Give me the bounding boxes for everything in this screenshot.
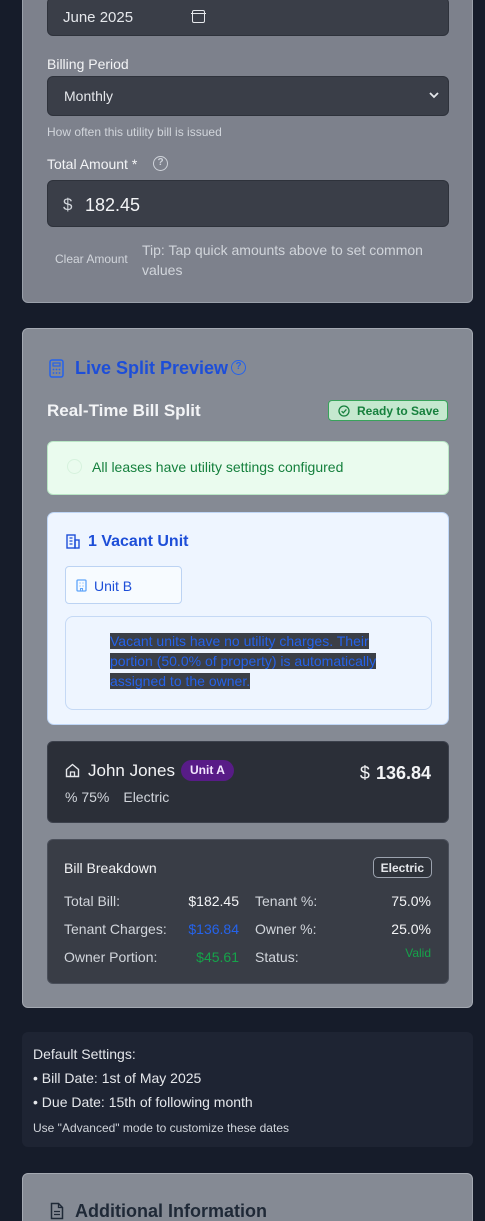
lease-settings-message: All leases have utility settings configu… [92,459,344,475]
owner-percent-value: 25.0% [391,921,431,937]
calendar-icon[interactable] [191,10,206,23]
advanced-mode-note: Use "Advanced" mode to customize these d… [33,1121,289,1135]
tenant-name: John Jones [88,761,175,780]
lease-settings-alert: All leases have utility settings configu… [47,441,449,495]
additional-information-card: Additional Information [22,1173,473,1221]
home-icon [65,763,80,778]
billing-period-label: Billing Period [47,56,129,72]
building-icon [66,534,80,549]
utility-type-badge: Electric [372,857,432,878]
total-amount-input[interactable]: $ 182.45 [47,180,449,227]
billing-period-value: Monthly [64,88,114,104]
check-circle-icon [338,405,350,417]
clear-amount-button[interactable]: Clear Amount [55,252,128,266]
owner-percent-label: Owner %: [255,921,317,937]
default-due-date: • Due Date: 15th of following month [33,1094,253,1110]
quick-amount-tip: Tip: Tap quick amounts above to set comm… [142,242,423,278]
vacant-units-title: 1 Vacant Unit [88,533,189,550]
vacant-units-note: Vacant units have no utility charges. Th… [65,616,432,710]
real-time-split-heading: Real-Time Bill Split [47,401,201,420]
document-icon [50,1202,64,1220]
default-bill-date: • Bill Date: 1st of May 2025 [33,1070,202,1086]
total-bill-value: $182.45 [188,893,239,909]
tenant-split-card: John Jones Unit A % 75% Electric $136.84 [47,741,449,823]
tenant-amount-value: 136.84 [375,763,431,783]
owner-portion-value: $45.61 [196,949,239,965]
chevron-down-icon [429,92,439,99]
vacant-unit-chip: Unit B [65,566,182,604]
status-value: Valid [405,946,431,960]
building-icon [76,579,87,592]
live-split-preview-title: Live Split Preview [75,358,229,378]
total-bill-label: Total Bill: [64,893,121,909]
default-settings-heading: Default Settings: [33,1046,136,1062]
check-circle-icon [67,459,82,474]
tenant-percent: % 75% [65,789,110,805]
bill-breakdown-panel: Bill Breakdown Electric Total Bill: $182… [47,839,449,984]
calculator-icon [49,359,64,378]
currency-symbol: $ [63,195,73,214]
bill-month-value: June 2025 [63,9,134,26]
tenant-percent-label: Tenant %: [255,893,318,909]
help-icon[interactable]: ? [231,360,246,375]
vacant-units-note-text: Vacant units have no utility charges. Th… [110,633,377,689]
total-amount-value: 182.45 [85,195,141,215]
tenant-unit-badge: Unit A [181,760,234,781]
status-label: Status: [255,949,299,965]
help-icon[interactable]: ? [153,156,168,171]
tenant-meta: % 75% Electric [65,789,169,805]
tenant-charges-value: $136.84 [188,921,239,937]
bill-breakdown-title: Bill Breakdown [64,860,157,876]
ready-to-save-badge: Ready to Save [328,400,448,421]
total-amount-label: Total Amount * [47,156,138,172]
live-split-preview-card: Live Split Preview ? Real-Time Bill Spli… [22,328,473,1008]
vacant-unit-label: Unit B [94,578,133,594]
additional-information-title: Additional Information [75,1201,267,1221]
vacant-units-panel: 1 Vacant Unit Unit B Vacant units have n… [47,512,449,725]
billing-period-hint: How often this utility bill is issued [47,125,222,139]
tenant-utility: Electric [123,789,170,805]
tenant-amount-currency: $ [359,763,370,783]
ready-to-save-label: Ready to Save [357,404,440,418]
bill-details-card: June 2025 Billing Period Monthly How oft… [22,0,473,303]
tenant-amount: $136.84 [360,763,431,784]
bill-month-input[interactable]: June 2025 [47,0,449,36]
default-settings-panel: Default Settings: • Bill Date: 1st of Ma… [22,1032,473,1147]
owner-portion-label: Owner Portion: [64,949,158,965]
billing-period-select[interactable]: Monthly [47,76,449,116]
tenant-percent-value: 75.0% [391,893,431,909]
